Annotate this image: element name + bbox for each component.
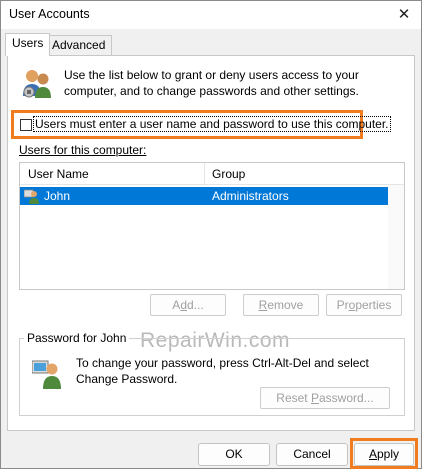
row-group: Administrators <box>212 189 289 203</box>
password-group-legend: Password for John <box>24 331 130 345</box>
password-user-icon <box>32 360 61 389</box>
tab-strip: Users Advanced <box>1 31 421 56</box>
user-accounts-window: User Accounts ✕ Users Advanced Use the l… <box>0 0 422 469</box>
close-icon[interactable]: ✕ <box>393 4 415 26</box>
tab-users[interactable]: Users <box>5 33 51 56</box>
tab-advanced[interactable]: Advanced <box>45 35 113 55</box>
row-user-name: John <box>44 189 71 203</box>
properties-button[interactable]: Properties <box>326 294 402 316</box>
add-user-button[interactable]: Add... <box>150 294 226 316</box>
intro-text: Use the list below to grant or deny user… <box>64 68 359 98</box>
users-section-label-text: Users for this computer: <box>19 143 147 157</box>
users-group-icon <box>23 70 51 98</box>
must-login-highlight: Users must enter a user name and passwor… <box>11 110 391 139</box>
user-icon <box>24 189 39 204</box>
window-title: User Accounts <box>9 7 90 21</box>
ok-button[interactable]: OK <box>198 443 270 466</box>
title-bar: User Accounts ✕ <box>1 1 421 29</box>
users-list[interactable]: User Name Group John Administrators Repa… <box>19 162 405 352</box>
list-header: User Name Group <box>20 163 404 185</box>
reset-password-button[interactable]: Reset Password... <box>260 387 390 409</box>
must-login-checkbox[interactable] <box>20 119 32 131</box>
users-tab-panel: Use the list below to grant or deny user… <box>7 55 415 431</box>
column-header-group[interactable]: Group <box>212 167 245 181</box>
password-instructions: To change your password, press Ctrl-Alt-… <box>76 356 369 386</box>
users-section-label: Users for this computer: <box>19 143 146 157</box>
apply-button[interactable]: Apply <box>354 443 414 466</box>
cancel-button[interactable]: Cancel <box>276 443 348 466</box>
must-login-label[interactable]: Users must enter a user name and passwor… <box>33 116 391 132</box>
table-row[interactable]: John Administrators <box>20 187 388 205</box>
remove-user-button[interactable]: Remove <box>243 294 319 316</box>
list-scrollbar[interactable] <box>388 185 404 289</box>
column-divider <box>204 163 205 185</box>
password-group: Password for John To change your passwor… <box>19 331 405 416</box>
column-header-user-name[interactable]: User Name <box>28 167 89 181</box>
